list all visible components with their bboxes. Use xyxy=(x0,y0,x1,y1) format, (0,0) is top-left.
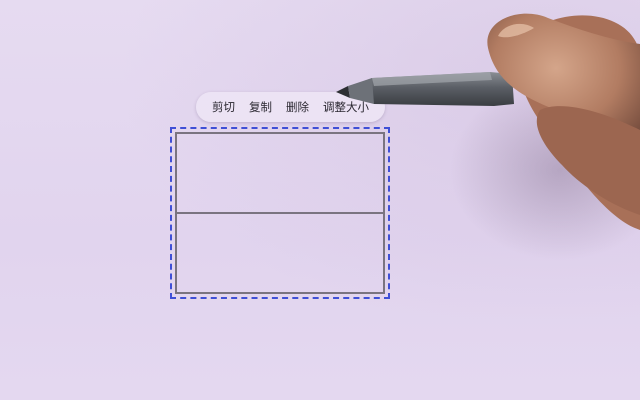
context-menu: 剪切 复制 删除 调整大小 xyxy=(196,92,385,122)
hand-drawn-table xyxy=(175,132,385,294)
drawing-canvas[interactable]: 剪切 复制 删除 调整大小 xyxy=(0,0,640,400)
copy-button[interactable]: 复制 xyxy=(243,92,278,122)
table-row xyxy=(177,212,383,292)
delete-button[interactable]: 删除 xyxy=(280,92,315,122)
resize-button[interactable]: 调整大小 xyxy=(317,92,375,122)
cut-button[interactable]: 剪切 xyxy=(206,92,241,122)
selection-box[interactable] xyxy=(170,127,390,299)
table-row xyxy=(177,134,383,212)
